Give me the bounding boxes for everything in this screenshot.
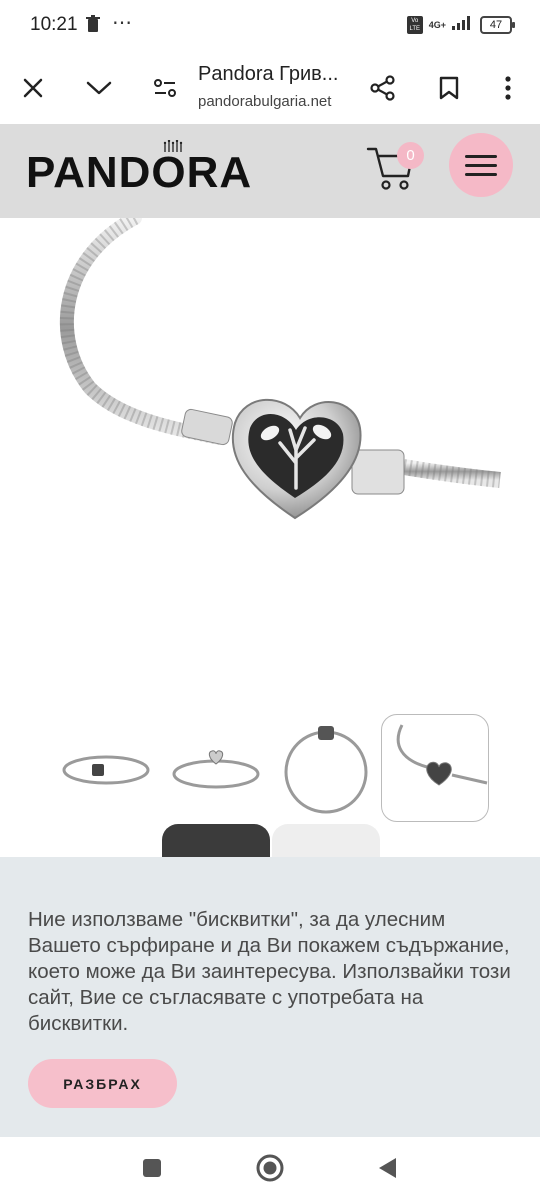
- status-time: 10:21: [30, 14, 78, 35]
- trash-icon: [86, 15, 100, 38]
- hamburger-icon-line: [465, 172, 497, 176]
- hamburger-icon-line: [465, 163, 497, 167]
- network-type: 4G+: [428, 19, 446, 30]
- page-url[interactable]: pandorabulgaria.net: [198, 93, 331, 110]
- system-nav-bar: [0, 1137, 540, 1200]
- page-settings-icon[interactable]: [151, 74, 179, 102]
- bracelet-image: [59, 218, 501, 520]
- accept-cookies-button[interactable]: РАЗБРАХ: [28, 1059, 177, 1108]
- chevron-down-icon[interactable]: [85, 74, 113, 102]
- cookie-banner: Ние използваме "бисквитки", за да улесни…: [0, 857, 540, 1137]
- close-icon[interactable]: [19, 74, 47, 102]
- status-bar: 10:21 ⋯ Vo LTE 4G+ 47: [0, 0, 540, 52]
- volte-icon: Vo LTE: [406, 15, 423, 34]
- thumbnail[interactable]: [162, 714, 270, 822]
- bookmark-icon[interactable]: [435, 74, 463, 102]
- page-title[interactable]: Pandora Грив...: [198, 63, 338, 86]
- cookie-message: Ние използваме "бисквитки", за да улесни…: [28, 908, 511, 1035]
- crown-icon: [163, 140, 183, 152]
- thumbnail[interactable]: [52, 714, 160, 822]
- browser-toolbar: Pandora Грив... pandorabulgaria.net: [0, 52, 540, 124]
- thumbnail-active[interactable]: [381, 714, 489, 822]
- back-icon[interactable]: [372, 1153, 402, 1183]
- menu-button[interactable]: [449, 133, 513, 197]
- more-vertical-icon[interactable]: [494, 74, 522, 102]
- share-icon[interactable]: [369, 74, 397, 102]
- thumbnail[interactable]: [272, 714, 380, 822]
- thumbnail-strip: [0, 714, 540, 826]
- hamburger-icon-line: [465, 154, 497, 158]
- more-icon: ⋯: [112, 12, 133, 34]
- battery-icon: 47: [480, 15, 515, 34]
- cart-count-badge[interactable]: 0: [397, 142, 424, 169]
- pandora-logo[interactable]: PANDORA: [26, 148, 252, 198]
- product-image[interactable]: [0, 218, 540, 698]
- home-icon[interactable]: [255, 1153, 285, 1183]
- signal-icon: [452, 14, 474, 35]
- recents-icon[interactable]: [137, 1153, 167, 1183]
